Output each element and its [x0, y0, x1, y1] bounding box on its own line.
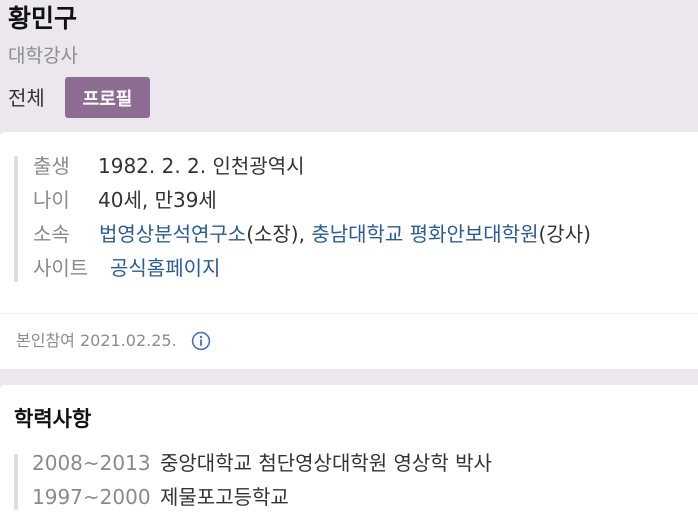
tab-profile[interactable]: 프로필: [65, 77, 150, 118]
education-rail: [14, 454, 18, 510]
affiliation-link-lab[interactable]: 법영상분석연구소: [99, 222, 246, 246]
info-rail: [14, 156, 18, 282]
education-desc: 중앙대학교 첨단영상대학원 영상학 박사: [160, 451, 492, 475]
education-title: 학력사항: [14, 407, 92, 431]
info-icon[interactable]: [191, 331, 211, 351]
education-period: 2008~2013: [32, 451, 151, 475]
birth-label: 출생: [33, 154, 70, 178]
verification-text: 본인참여 2021.02.25.: [16, 331, 177, 350]
card-divider: [0, 313, 698, 314]
affiliation-link-university[interactable]: 충남대학교 평화안보대학원: [311, 222, 538, 246]
person-occupation: 대학강사: [8, 45, 78, 67]
affiliation-label: 소속: [33, 222, 70, 246]
site-link[interactable]: 공식홈페이지: [110, 254, 220, 282]
age-value: 40세, 만39세: [98, 188, 217, 212]
affiliation-role-2: (강사): [538, 222, 591, 246]
education-period: 1997~2000: [32, 485, 151, 509]
affiliation-role-1: (소장),: [246, 222, 312, 246]
tab-all[interactable]: 전체: [8, 85, 45, 111]
affiliation-value: 법영상분석연구소(소장), 충남대학교 평화안보대학원(강사): [99, 220, 591, 248]
site-label: 사이트: [33, 256, 89, 280]
age-label: 나이: [33, 188, 70, 212]
profile-header: 황민구 대학강사 전체 프로필: [0, 0, 698, 132]
education-desc: 제물포고등학교: [160, 485, 289, 509]
person-name: 황민구: [8, 4, 78, 33]
birth-value: 1982. 2. 2. 인천광역시: [98, 154, 305, 178]
